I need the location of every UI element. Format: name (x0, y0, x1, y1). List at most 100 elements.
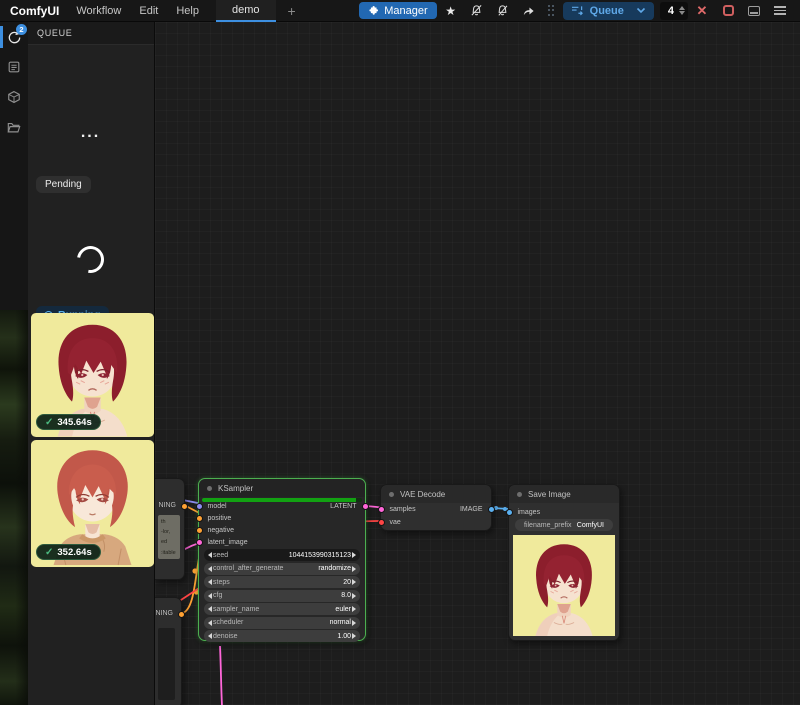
widget-seed[interactable]: seed1044153990315123 (204, 549, 360, 561)
app-logo[interactable]: ComfyUI (10, 4, 59, 18)
port-conditioning-output[interactable] (181, 503, 188, 510)
widget-steps[interactable]: steps20 (204, 576, 360, 588)
queue-item-thumbnail-2[interactable]: ✓ 352.64s (31, 440, 154, 567)
increment-arrow-icon[interactable] (352, 593, 356, 599)
queue-count-badge: 2 (16, 24, 27, 35)
mute-sounds-button[interactable] (491, 2, 515, 19)
batch-count-stepper[interactable]: 4 (660, 2, 688, 20)
manager-button[interactable]: Manager (359, 2, 436, 19)
main-menu-button[interactable] (768, 2, 792, 19)
node-clip-text-encode-partial-top[interactable]: NING th -lor, ed :itable (155, 478, 185, 580)
menubar-right-group: Manager ★ Queue 4 ✕ (359, 2, 792, 20)
queue-item-thumbnail-1[interactable]: ✓ 345.64s (31, 313, 154, 437)
increment-arrow-icon[interactable] (352, 579, 356, 585)
port-negative[interactable]: negative (196, 526, 234, 534)
widget-sampler-name[interactable]: sampler_nameeuler (204, 603, 360, 615)
increment-arrow-icon[interactable] (352, 620, 356, 626)
port-latent-image[interactable]: latent_image (196, 538, 248, 546)
port-image-output[interactable]: IMAGE (460, 505, 495, 513)
port-model[interactable]: model (196, 502, 227, 510)
clear-queue-button[interactable]: ✕ (690, 2, 714, 19)
collapse-dot-icon[interactable] (207, 486, 212, 491)
plus-icon: + (288, 3, 296, 19)
node-header[interactable]: Save Image (509, 485, 619, 503)
decrement-arrow-icon[interactable] (208, 606, 212, 612)
prompt-text-widget[interactable]: th -lor, ed :itable (158, 515, 180, 559)
widget-control-after-generate[interactable]: control_after_generaterandomize (204, 563, 360, 575)
port-latent-output[interactable]: LATENT (330, 502, 368, 510)
collapse-dot-icon[interactable] (389, 492, 394, 497)
widget-value: normal (330, 619, 351, 626)
queue-run-button[interactable]: Queue (563, 2, 654, 20)
bell-slash-icon-2 (496, 4, 509, 17)
port-dot-samples[interactable] (378, 506, 385, 513)
check-icon: ✓ (45, 547, 53, 558)
port-vae[interactable]: vae (378, 518, 401, 526)
sidebar-item-queue[interactable]: 2 (0, 22, 28, 52)
port-samples[interactable]: samples (378, 505, 416, 513)
widget-name: control_after_generate (213, 565, 283, 572)
port-dot-model[interactable] (196, 503, 203, 510)
sidebar-item-model-library[interactable] (0, 82, 28, 112)
node-clip-text-encode-partial-bottom[interactable]: NING (155, 597, 182, 705)
node-graph-canvas[interactable]: NING th -lor, ed :itable NING KSampler (155, 22, 800, 705)
node-header[interactable]: KSampler (199, 479, 365, 497)
favorites-button[interactable]: ★ (439, 2, 463, 19)
toolbar-drag-handle[interactable] (547, 4, 557, 18)
node-ksampler[interactable]: KSampler model positive negative latent_… (198, 478, 366, 641)
widget-filename-prefix[interactable]: filename_prefix ComfyUI (515, 519, 613, 531)
port-positive[interactable]: positive (196, 514, 232, 522)
widget-scheduler[interactable]: schedulernormal (204, 617, 360, 629)
menubar: ComfyUI Workflow Edit Help demo + Manage… (0, 0, 800, 22)
saved-image-preview[interactable] (513, 535, 615, 636)
tab-label: demo (232, 4, 260, 16)
decrement-arrow-icon[interactable] (208, 633, 212, 639)
increment-arrow-icon[interactable] (352, 566, 356, 572)
increment-arrow-icon[interactable] (352, 633, 356, 639)
port-dot-latent-image[interactable] (196, 539, 203, 546)
widget-name: denoise (213, 633, 238, 640)
widget-cfg[interactable]: cfg8.0 (204, 590, 360, 602)
port-dot-negative[interactable] (196, 527, 203, 534)
queue-item-running[interactable]: Running (32, 204, 149, 330)
prompt-text-widget[interactable] (158, 628, 175, 700)
port-label: latent_image (208, 539, 248, 546)
toggle-bottom-panel-button[interactable] (742, 2, 766, 19)
decrement-arrow-icon[interactable] (208, 593, 212, 599)
star-icon: ★ (445, 5, 456, 17)
menu-help[interactable]: Help (167, 5, 208, 17)
port-conditioning-output[interactable] (178, 611, 185, 618)
node-header[interactable]: VAE Decode (381, 485, 491, 503)
menu-edit[interactable]: Edit (130, 5, 167, 17)
tab-demo[interactable]: demo (216, 0, 276, 22)
port-dot-vae[interactable] (378, 519, 385, 526)
port-label: LATENT (330, 503, 356, 510)
node-save-image[interactable]: Save Image images filename_prefix ComfyU… (508, 484, 620, 641)
widget-denoise[interactable]: denoise1.00 (204, 630, 360, 642)
port-images[interactable]: images (506, 508, 541, 516)
node-vae-decode[interactable]: VAE Decode samples vae IMAGE (380, 484, 492, 531)
port-dot-images[interactable] (506, 509, 513, 516)
port-dot-image-output[interactable] (488, 506, 495, 513)
decrement-arrow-icon[interactable] (208, 566, 212, 572)
port-dot-latent-output[interactable] (362, 503, 369, 510)
port-dot-positive[interactable] (196, 515, 203, 522)
decrement-icon[interactable] (679, 11, 685, 15)
menu-workflow[interactable]: Workflow (67, 5, 130, 17)
increment-icon[interactable] (679, 6, 685, 10)
mute-notifications-button[interactable] (465, 2, 489, 19)
decrement-arrow-icon[interactable] (208, 552, 212, 558)
collapse-dot-icon[interactable] (517, 492, 522, 497)
share-button[interactable] (517, 2, 541, 19)
sidebar-item-node-library[interactable] (0, 52, 28, 82)
queue-item-pending[interactable]: ... Pending (32, 52, 149, 200)
stop-button[interactable] (716, 2, 740, 19)
increment-arrow-icon[interactable] (352, 552, 356, 558)
sidebar-item-workflows[interactable] (0, 112, 28, 142)
decrement-arrow-icon[interactable] (208, 579, 212, 585)
new-tab-button[interactable]: + (276, 0, 308, 22)
increment-arrow-icon[interactable] (352, 606, 356, 612)
decrement-arrow-icon[interactable] (208, 620, 212, 626)
count-stepper-arrows[interactable] (679, 6, 685, 15)
chevron-down-icon[interactable] (636, 7, 646, 14)
